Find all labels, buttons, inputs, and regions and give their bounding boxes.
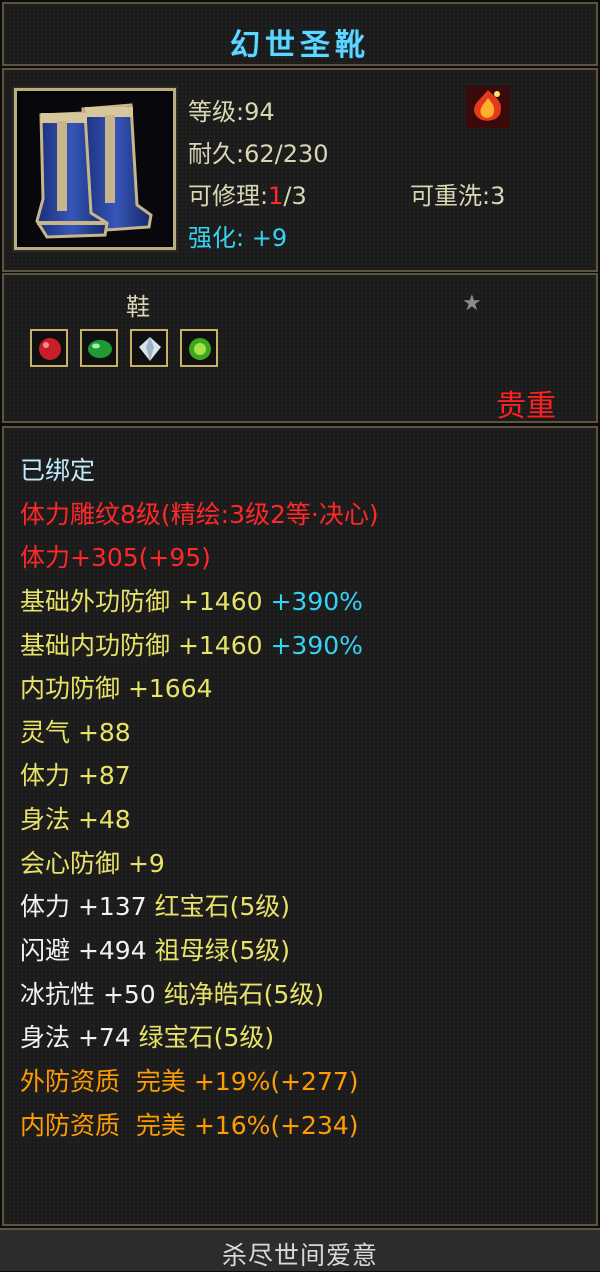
tooltip-title-bar: 幻世圣靴	[2, 2, 598, 66]
durability-label: 耐久	[188, 140, 236, 168]
item-header: 等级:94 耐久:62/230 可修理:1/3 可重洗:3 强化: +9	[2, 68, 598, 272]
gem-stat-line: 冰抗性 +50 纯净皓石(5级)	[20, 980, 325, 1009]
level-row: 等级:94	[188, 92, 275, 127]
durability-row: 耐久:62/230	[188, 134, 329, 169]
repair-row: 可修理:1/3	[188, 176, 307, 211]
green-gem-icon	[189, 338, 211, 360]
base-inner-defense-line: 基础内功防御 +1460 +390%	[20, 631, 363, 660]
inner-quality-line: 内防资质 完美 +16%(+234)	[20, 1111, 359, 1140]
enhance-label: 强化:	[188, 224, 245, 252]
rarity-label: 贵重	[496, 389, 556, 424]
crit-defense-line: 会心防御 +9	[20, 849, 165, 878]
repair-used: 1	[268, 182, 284, 210]
repair-label: 可修理	[188, 182, 260, 210]
base-outer-defense-line: 基础外功防御 +1460 +390%	[20, 587, 363, 616]
red-fire-gem-icon[interactable]	[466, 86, 510, 128]
level-label: 等级	[188, 98, 236, 126]
level-value: :94	[236, 98, 275, 126]
blue-boots-icon	[21, 95, 171, 245]
repair-colon: :	[260, 182, 269, 210]
gem-slot-3[interactable]	[130, 329, 168, 367]
rewash-label: 可重洗	[410, 182, 482, 210]
green-gem-icon	[88, 340, 112, 358]
gem-slot-1[interactable]	[30, 329, 68, 367]
gem-stat-line: 体力 +137 红宝石(5级)	[20, 892, 290, 921]
star-icon[interactable]: ★	[462, 291, 482, 316]
item-footer: 杀尽世间爱意	[0, 1228, 600, 1271]
enhance-value: +9	[251, 224, 288, 252]
item-name: 幻世圣靴	[230, 28, 370, 63]
agility-line: 身法 +48	[20, 805, 131, 834]
white-diamond-icon	[139, 337, 161, 361]
bound-status: 已绑定	[20, 456, 96, 485]
gem-slot-4[interactable]	[180, 329, 218, 367]
attribute-list: 已绑定 体力雕纹8级(精绘:3级2等·决心) 体力+305(+95) 基础外功防…	[2, 426, 598, 1226]
inner-defense-line: 内功防御 +1664	[20, 674, 213, 703]
stamina-bonus-line: 体力+305(+95)	[20, 543, 211, 572]
repair-total: /3	[283, 182, 307, 210]
stamina-line: 体力 +87	[20, 761, 131, 790]
carving-line: 体力雕纹8级(精绘:3级2等·决心)	[20, 500, 379, 529]
outer-quality-line: 外防资质 完美 +19%(+277)	[20, 1067, 359, 1096]
item-icon-frame[interactable]	[14, 88, 176, 250]
rewash-row: 可重洗:3	[410, 176, 505, 211]
item-type-label: 鞋	[126, 293, 150, 321]
gem-stat-line: 身法 +74 绿宝石(5级)	[20, 1023, 275, 1052]
footer-flavor-text: 杀尽世间爱意	[221, 1241, 378, 1270]
gem-slot-2[interactable]	[80, 329, 118, 367]
red-gem-icon	[39, 338, 61, 360]
spirit-line: 灵气 +88	[20, 718, 131, 747]
enhance-row: 强化: +9	[188, 218, 287, 253]
durability-value: :62/230	[236, 140, 329, 168]
item-sockets-section: 鞋 ★ 贵重	[2, 273, 598, 424]
rewash-value: :3	[482, 182, 506, 210]
gem-stat-line: 闪避 +494 祖母绿(5级)	[20, 936, 290, 965]
